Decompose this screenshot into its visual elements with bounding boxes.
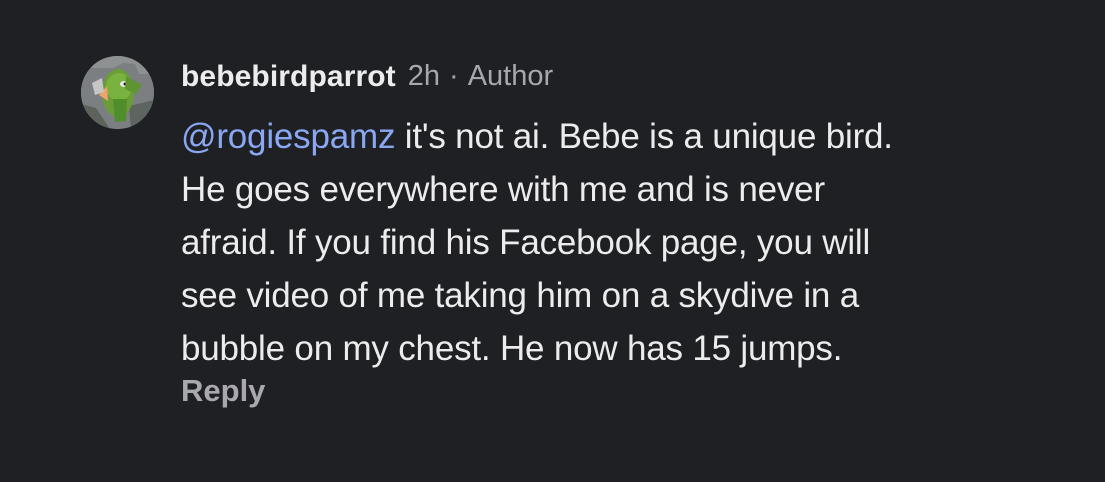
comment-line-1-text: it's not ai. Bebe is a unique bird. [395, 117, 893, 156]
comment-time: 2h [407, 60, 441, 92]
comment-text: @rogiespamz it's not ai. Bebe is a uniqu… [181, 110, 1086, 375]
mention-link[interactable]: @rogiespamz [181, 117, 395, 156]
comment-card: bebebirdparrot 2h · Author @rogiespamz i… [0, 0, 1105, 482]
avatar[interactable] [81, 56, 154, 129]
header-separator: · [449, 60, 459, 92]
comment-line-3: afraid. If you find his Facebook page, y… [181, 223, 871, 262]
comment-line-5: bubble on my chest. He now has 15 jumps. [181, 329, 843, 368]
reply-button[interactable]: Reply [181, 373, 265, 409]
comment-line-4: see video of me taking him on a skydive … [181, 276, 859, 315]
author-badge: Author [467, 60, 554, 92]
comment-content: bebebirdparrot 2h · Author @rogiespamz i… [181, 54, 1086, 375]
author-name[interactable]: bebebirdparrot [181, 60, 396, 94]
comment-line-2: He goes everywhere with me and is never [181, 170, 825, 209]
parrot-avatar-icon [81, 56, 154, 129]
comment-header: bebebirdparrot 2h · Author [181, 54, 1086, 99]
comment-line-1: @rogiespamz it's not ai. Bebe is a uniqu… [181, 110, 1086, 163]
